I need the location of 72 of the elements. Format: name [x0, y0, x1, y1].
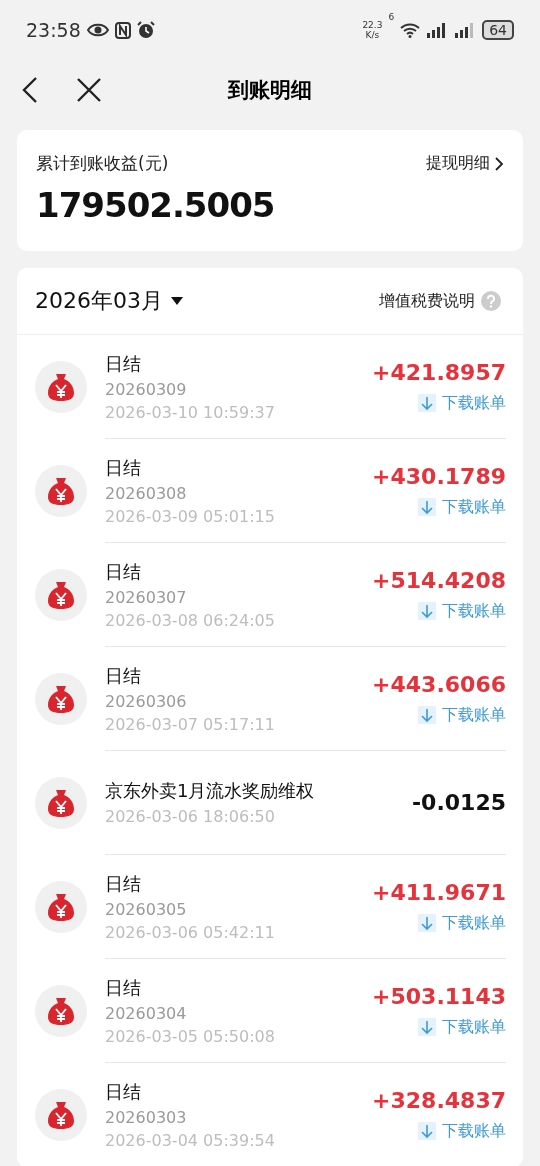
back-button[interactable]: [20, 76, 40, 104]
money-bag-icon: [47, 372, 75, 402]
tax-note-link[interactable]: 增值税费说明: [379, 290, 475, 312]
money-bag-icon: [47, 684, 75, 714]
record-time: 2026-03-07 05:17:11: [105, 714, 275, 734]
download-arrow-icon: [418, 394, 436, 412]
alarm-clock-icon: [136, 21, 155, 39]
record-time: 2026-03-06 05:42:11: [105, 922, 275, 942]
record-code: 20260305: [105, 899, 188, 919]
record-title: 京东外卖1月流水奖励维权: [105, 779, 315, 803]
record-title: 日结: [105, 559, 142, 584]
page-title: 到账明细: [228, 78, 312, 102]
download-arrow-icon: [418, 1018, 436, 1036]
dropdown-triangle-icon: [171, 297, 183, 305]
download-bill-link[interactable]: 下载账单: [418, 1120, 506, 1142]
download-arrow-icon: [418, 1122, 436, 1140]
download-bill-link[interactable]: 下载账单: [418, 392, 506, 414]
money-bag-icon: [47, 1100, 75, 1130]
wifi-label: 6: [388, 12, 395, 22]
total-earnings: 179502.5005: [36, 185, 276, 225]
record-time: 2026-03-06 18:06:50: [105, 807, 276, 826]
record-time: 2026-03-08 06:24:05: [105, 610, 275, 630]
withdrawal-details-link[interactable]: 提现明细: [426, 153, 504, 174]
record-amount: +443.6066: [372, 671, 506, 697]
record-amount: +328.4837: [372, 1087, 506, 1113]
record-amount: +421.8957: [372, 359, 506, 385]
record-title: 日结: [105, 351, 142, 376]
download-bill-link[interactable]: 下载账单: [418, 704, 506, 726]
download-arrow-icon: [418, 706, 436, 724]
download-arrow-icon: [418, 602, 436, 620]
record-time: 2026-03-09 05:01:15: [105, 506, 275, 526]
record-code: 20260309: [105, 379, 188, 399]
download-bill-link[interactable]: 下载账单: [418, 912, 506, 934]
record-amount: +411.9671: [372, 879, 506, 905]
record-title: 日结: [105, 455, 142, 480]
money-bag-icon: [47, 580, 75, 610]
clock-time: 23:58: [26, 19, 81, 41]
record-code: 20260307: [105, 587, 188, 607]
record-code: 20260306: [105, 691, 188, 711]
close-button[interactable]: [76, 77, 102, 103]
record-code: 20260303: [105, 1107, 188, 1127]
month-picker[interactable]: 2026年03月: [35, 286, 183, 316]
record-amount: -0.0125: [411, 790, 506, 815]
money-bag-icon: [47, 476, 75, 506]
record-amount: +430.1789: [372, 463, 506, 489]
earnings-label: 累计到账收益(元): [36, 152, 169, 175]
record-title: 日结: [105, 663, 142, 688]
record-amount: +514.4208: [372, 567, 506, 593]
record-time: 2026-03-04 05:39:54: [105, 1130, 275, 1150]
record-time: 2026-03-05 05:50:08: [105, 1026, 275, 1046]
chevron-right-icon: [494, 155, 504, 172]
wifi-icon: [400, 22, 421, 38]
record-title: 日结: [105, 975, 142, 1000]
record-code: 20260308: [105, 483, 188, 503]
battery-level: 64: [482, 20, 514, 40]
record-title: 日结: [105, 871, 142, 896]
money-bag-icon: [47, 996, 75, 1026]
download-arrow-icon: [418, 498, 436, 516]
record-title: 日结: [105, 1079, 142, 1104]
download-bill-link[interactable]: 下载账单: [418, 1016, 506, 1038]
download-arrow-icon: [418, 914, 436, 932]
nfc-icon: [114, 21, 131, 39]
download-bill-link[interactable]: 下载账单: [418, 496, 506, 518]
network-unit: K/s: [365, 30, 380, 40]
eye-icon: [86, 23, 109, 37]
download-bill-link[interactable]: 下载账单: [418, 600, 506, 622]
money-bag-icon: [47, 788, 75, 818]
record-time: 2026-03-10 10:59:37: [105, 402, 275, 422]
network-speed: 22.3: [362, 20, 383, 30]
record-code: 20260304: [105, 1003, 188, 1023]
record-amount: +503.1143: [372, 983, 506, 1009]
money-bag-icon: [47, 892, 75, 922]
